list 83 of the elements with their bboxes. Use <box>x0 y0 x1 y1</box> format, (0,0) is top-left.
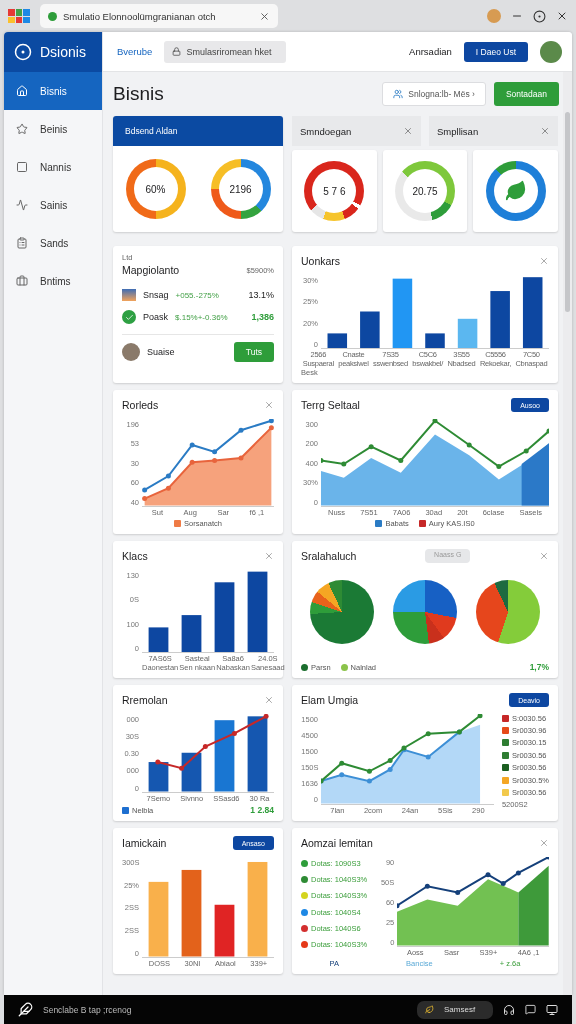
sidebar-item[interactable]: Nannis <box>4 148 102 186</box>
card-title: Terrg Seltaal <box>301 399 360 411</box>
sidebar-item[interactable]: Sainis <box>4 186 102 224</box>
bar <box>425 333 445 348</box>
bar <box>181 615 202 652</box>
asset-value: 13.1% <box>248 290 274 300</box>
header-button[interactable]: I Daeo Ust <box>463 41 528 62</box>
gauge-value: 5 7 6 <box>323 185 346 197</box>
chat-icon[interactable] <box>525 1004 536 1015</box>
bar <box>360 311 380 348</box>
bar <box>490 291 510 348</box>
bar <box>214 904 235 957</box>
taskbar-label: Senclabe B tap ;rcenog <box>43 1004 133 1015</box>
bar <box>214 582 235 652</box>
sidebar-item[interactable]: Sands <box>4 224 102 262</box>
circle-icon[interactable] <box>533 9 546 23</box>
account-label: Anrsadian <box>409 46 452 57</box>
bar <box>214 720 235 792</box>
monitor-icon[interactable] <box>546 1003 558 1016</box>
value-text: 1,7% <box>529 662 549 672</box>
bar <box>327 333 348 348</box>
card-title: Iamickain <box>122 837 167 849</box>
bar <box>522 277 543 348</box>
value-text: 1 2.84 <box>250 805 274 815</box>
change-text: $.15%+-0.36% <box>175 312 229 322</box>
brand-name: Dsionis <box>40 44 86 60</box>
star-icon <box>16 123 28 135</box>
headphones-icon[interactable] <box>503 1003 515 1016</box>
card-title: Mapgiolanto <box>122 264 180 276</box>
square-icon <box>16 161 28 173</box>
panel-tab[interactable]: Smndoegan <box>292 116 421 146</box>
close-icon[interactable] <box>259 10 270 22</box>
gauge-value: 60% <box>145 183 166 195</box>
clipboard-icon <box>16 237 28 249</box>
thumbnail-icon <box>122 289 136 301</box>
leaf-icon <box>425 1005 434 1014</box>
asset-name: Snsag <box>143 290 169 300</box>
bar <box>148 762 169 792</box>
search-field[interactable]: Smulasriromean hket <box>164 40 287 63</box>
action-button[interactable]: Tuts <box>233 342 274 362</box>
windows-logo-icon[interactable] <box>8 9 30 23</box>
gauge-value: 2196 <box>229 183 252 195</box>
page-title: Bisnis <box>113 83 165 105</box>
card-title: Uonkars <box>301 255 341 267</box>
card-title: Aomzai lemitan <box>301 837 373 849</box>
lock-icon <box>172 47 182 56</box>
check-icon <box>122 310 136 324</box>
avatar <box>122 343 140 361</box>
card-title: Klacs <box>122 550 148 562</box>
browser-tab[interactable]: Smulatio Elonnoolümgranianan otch <box>40 4 278 28</box>
asset-value: 1,386 <box>251 312 274 322</box>
bar <box>148 627 169 652</box>
action-button[interactable]: Sontadaan <box>493 82 559 106</box>
logo-icon <box>14 43 32 61</box>
briefcase-icon <box>16 275 28 287</box>
users-icon <box>393 89 404 99</box>
nav-link[interactable]: Bverube <box>117 46 153 57</box>
change-text: +055.-275% <box>175 290 220 300</box>
panel-tab[interactable]: Smpllisan <box>429 116 558 146</box>
sidebar-item[interactable]: Bntims <box>4 262 102 300</box>
card-title: Elam Umgia <box>301 694 359 706</box>
asset-name: Poask <box>143 312 168 322</box>
sidebar-item[interactable]: Bisnis <box>4 72 102 110</box>
home-icon <box>16 85 28 97</box>
gauge-value: 20.75 <box>412 185 438 197</box>
taskbar-pill[interactable]: Samsesf <box>417 1000 493 1019</box>
bar <box>392 278 413 348</box>
leaf-icon <box>504 180 527 202</box>
bar <box>181 752 202 792</box>
profile-avatar[interactable] <box>487 9 501 23</box>
card-title: Rorleds <box>122 399 159 411</box>
bar <box>457 318 478 348</box>
close-icon[interactable] <box>556 10 568 22</box>
feather-icon[interactable] <box>18 1002 33 1017</box>
card-title: Sralahaluch <box>301 550 357 562</box>
user-avatar[interactable] <box>540 40 562 63</box>
site-icon <box>48 11 57 21</box>
filter-button[interactable]: Snlogna:lb- Mës › <box>382 82 486 106</box>
sidebar-item[interactable]: Beinis <box>4 110 102 148</box>
pulse-icon <box>16 199 28 211</box>
card-title: Rremolan <box>122 694 168 706</box>
user-name: Suaise <box>147 347 176 357</box>
card-header: Bdsend Aldan <box>113 116 283 146</box>
